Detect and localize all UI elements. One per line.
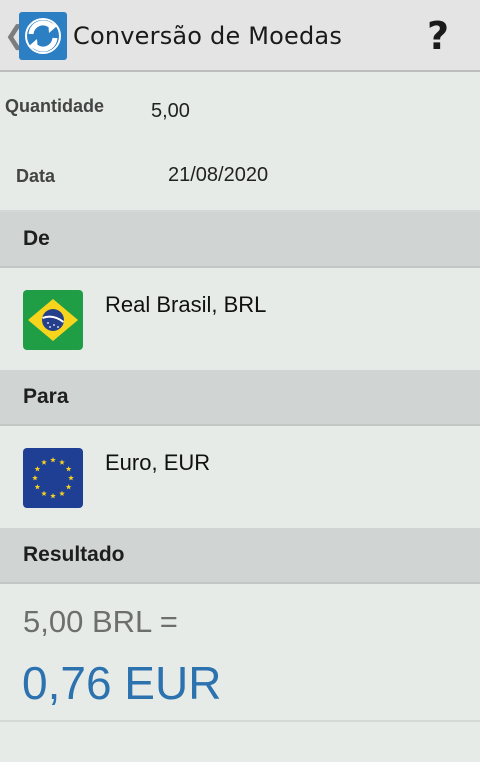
result-area: 5,00 BRL = 0,76 EUR (0, 584, 480, 722)
quantity-label: Quantidade (5, 96, 105, 116)
to-currency-name: Euro, EUR (105, 450, 211, 475)
from-currency-name: Real Brasil, BRL (105, 292, 267, 317)
help-icon[interactable]: ? (416, 14, 460, 58)
eu-flag-icon (23, 448, 83, 508)
to-header-label: Para (23, 385, 69, 408)
date-row[interactable]: Data 21/08/2020 (0, 142, 480, 212)
result-section-header: Resultado (0, 528, 480, 584)
result-to-amount: 0,76 EUR (22, 657, 222, 709)
quantity-row[interactable]: Quantidade 5,00 (0, 72, 480, 144)
brazil-flag-icon (23, 290, 83, 350)
to-currency-row[interactable]: Euro, EUR (0, 426, 480, 528)
app-bar: ❮ Conversão de Moedas ? (0, 0, 480, 72)
from-header-label: De (23, 227, 50, 250)
date-field[interactable]: 21/08/2020 (168, 164, 268, 187)
from-currency-row[interactable]: Real Brasil, BRL (0, 268, 480, 370)
result-header-label: Resultado (23, 543, 125, 566)
date-label: Data (16, 166, 56, 186)
quantity-field[interactable]: 5,00 (151, 100, 190, 123)
app-title: Conversão de Moedas (73, 22, 343, 50)
from-section-header: De (0, 212, 480, 268)
result-from-amount: 5,00 BRL = (23, 604, 178, 639)
currency-exchange-icon[interactable] (19, 12, 67, 60)
to-section-header: Para (0, 370, 480, 426)
